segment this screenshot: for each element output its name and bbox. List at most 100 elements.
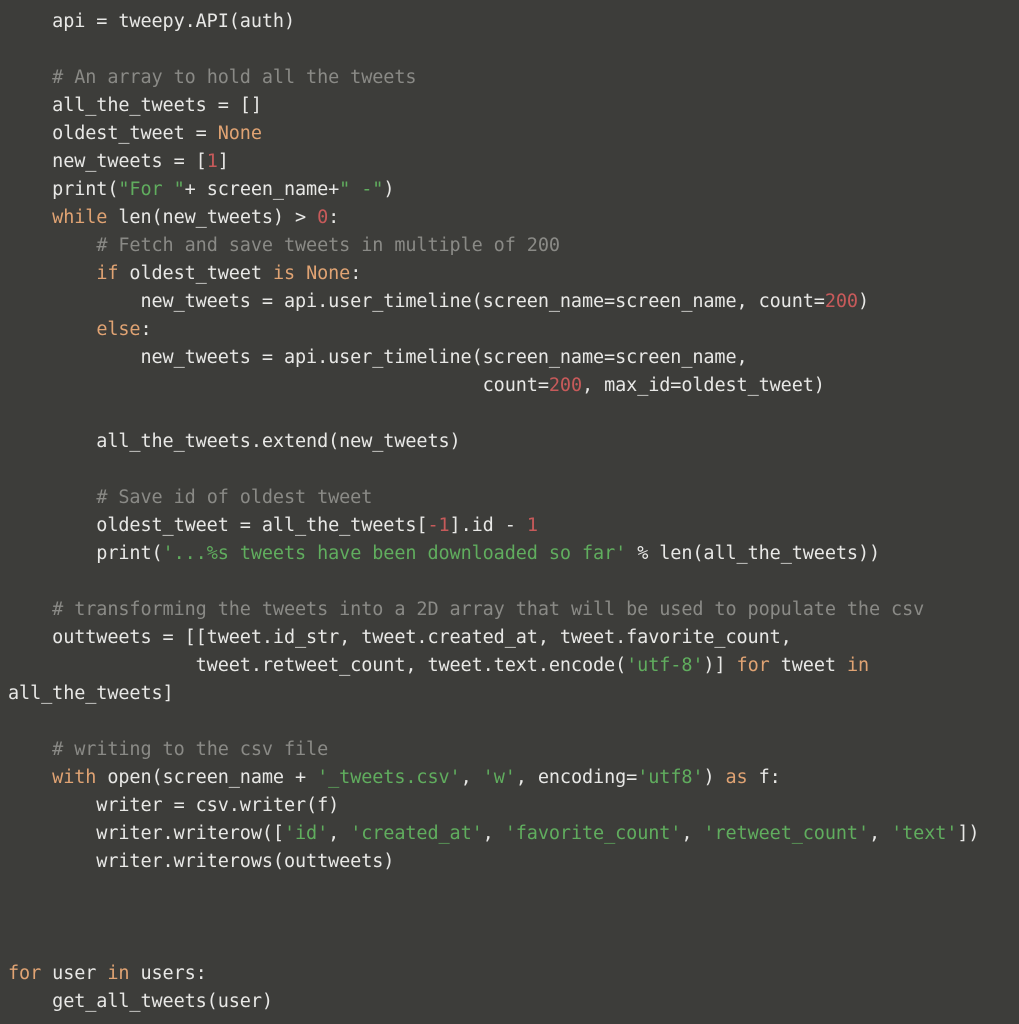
code-line: new_tweets = api.user_timeline(screen_na…: [0, 288, 1019, 316]
code-token-plain: ,: [482, 823, 505, 844]
code-token-kw: with: [52, 767, 97, 788]
code-line: api = tweepy.API(auth): [0, 8, 1019, 36]
code-line: get_all_tweets(user): [0, 988, 1019, 1016]
code-token-plain: print(: [8, 543, 163, 564]
code-line: writer = csv.writer(f): [0, 792, 1019, 820]
code-token-kw: as: [725, 767, 748, 788]
code-token-plain: print(: [8, 179, 119, 200]
code-token-const: None: [217, 123, 262, 144]
code-line: # transforming the tweets into a 2D arra…: [0, 596, 1019, 624]
code-line: # Fetch and save tweets in multiple of 2…: [0, 232, 1019, 260]
code-token-plain: , encoding=: [515, 767, 638, 788]
code-line: print("For "+ screen_name+" -"): [0, 176, 1019, 204]
code-token-str: '...%s tweets have been downloaded so fa…: [162, 543, 627, 564]
code-line: for user in users:: [0, 960, 1019, 988]
code-token-plain: open(screen_name +: [96, 767, 318, 788]
code-token-plain: % len(all_the_tweets)): [626, 543, 881, 564]
code-token-plain: f:: [747, 767, 781, 788]
code-token-const: None: [306, 263, 351, 284]
code-token-plain: , max_id=oldest_tweet): [582, 375, 825, 396]
code-token-plain: new_tweets = api.user_timeline(screen_na…: [8, 291, 825, 312]
code-line: count=200, max_id=oldest_tweet): [0, 372, 1019, 400]
code-token-plain: new_tweets = [: [8, 151, 207, 172]
code-token-plain: ,: [681, 823, 704, 844]
code-token-plain: ]: [217, 151, 229, 172]
code-token-plain: tweet.retweet_count, tweet.text.encode(: [8, 655, 627, 676]
code-token-plain: ,: [460, 767, 483, 788]
code-token-num: 200: [824, 291, 858, 312]
code-token-comment: # Save id of oldest tweet: [96, 487, 373, 508]
code-token-plain: ,: [328, 823, 351, 844]
code-line: all_the_tweets]: [0, 680, 1019, 708]
code-token-comment: # transforming the tweets into a 2D arra…: [52, 599, 925, 620]
code-line: print('...%s tweets have been downloaded…: [0, 540, 1019, 568]
code-token-num: 1: [206, 151, 218, 172]
code-line: all_the_tweets = []: [0, 92, 1019, 120]
code-token-kw: is: [272, 263, 296, 284]
code-line: # Save id of oldest tweet: [0, 484, 1019, 512]
code-line: writer.writerow(['id', 'created_at', 'fa…: [0, 820, 1019, 848]
code-token-plain: )]: [703, 655, 737, 676]
code-line: # An array to hold all the tweets: [0, 64, 1019, 92]
code-token-plain: ): [383, 179, 395, 200]
code-line: with open(screen_name + '_tweets.csv', '…: [0, 764, 1019, 792]
code-token-str: 'w': [482, 767, 516, 788]
code-line: writer.writerows(outtweets): [0, 848, 1019, 876]
code-token-str: " -": [339, 179, 384, 200]
code-token-num: 1: [526, 515, 538, 536]
code-token-plain: len(new_tweets) >: [107, 207, 318, 228]
code-line: new_tweets = api.user_timeline(screen_na…: [0, 344, 1019, 372]
code-token-plain: outtweets = [[tweet.id_str, tweet.create…: [8, 627, 792, 648]
code-token-plain: :: [328, 207, 340, 228]
code-token-num: -1: [427, 515, 450, 536]
code-token-plain: all_the_tweets = []: [8, 95, 262, 116]
code-token-kw: for: [736, 655, 770, 676]
code-line: while len(new_tweets) > 0:: [0, 204, 1019, 232]
code-token-kw: for: [8, 963, 42, 984]
code-token-kw: else: [96, 319, 141, 340]
code-token-str: 'utf-8': [626, 655, 704, 676]
code-token-plain: all_the_tweets.extend(new_tweets): [8, 431, 461, 452]
code-token-kw: if: [96, 263, 119, 284]
code-line: else:: [0, 316, 1019, 344]
code-token-str: 'favorite_count': [504, 823, 682, 844]
code-line: new_tweets = [1]: [0, 148, 1019, 176]
code-token-str: '_tweets.csv': [317, 767, 461, 788]
code-token-plain: ): [703, 767, 726, 788]
code-token-str: 'utf8': [637, 767, 704, 788]
code-token-plain: tweet: [769, 655, 847, 676]
code-line: oldest_tweet = all_the_tweets[-1].id - 1: [0, 512, 1019, 540]
code-token-plain: user: [41, 963, 108, 984]
code-token-str: "For ": [118, 179, 185, 200]
code-line: tweet.retweet_count, tweet.text.encode('…: [0, 652, 1019, 680]
code-editor-pane[interactable]: api = tweepy.API(auth) # An array to hol…: [0, 0, 1019, 1024]
code-token-str: 'retweet_count': [703, 823, 869, 844]
code-token-str: 'created_at': [350, 823, 483, 844]
code-token-plain: new_tweets = api.user_timeline(screen_na…: [8, 347, 748, 368]
code-line: # writing to the csv file: [0, 736, 1019, 764]
code-token-plain: ,: [869, 823, 892, 844]
code-token-plain: ): [857, 291, 869, 312]
code-token-kw: in: [107, 963, 130, 984]
code-token-plain: writer = csv.writer(f): [8, 795, 340, 816]
code-token-kw: in: [846, 655, 870, 676]
code-line: oldest_tweet = None: [0, 120, 1019, 148]
code-token-num: 200: [548, 375, 582, 396]
code-token-plain: oldest_tweet: [118, 263, 273, 284]
code-line: outtweets = [[tweet.id_str, tweet.create…: [0, 624, 1019, 652]
code-token-str: 'text': [891, 823, 958, 844]
